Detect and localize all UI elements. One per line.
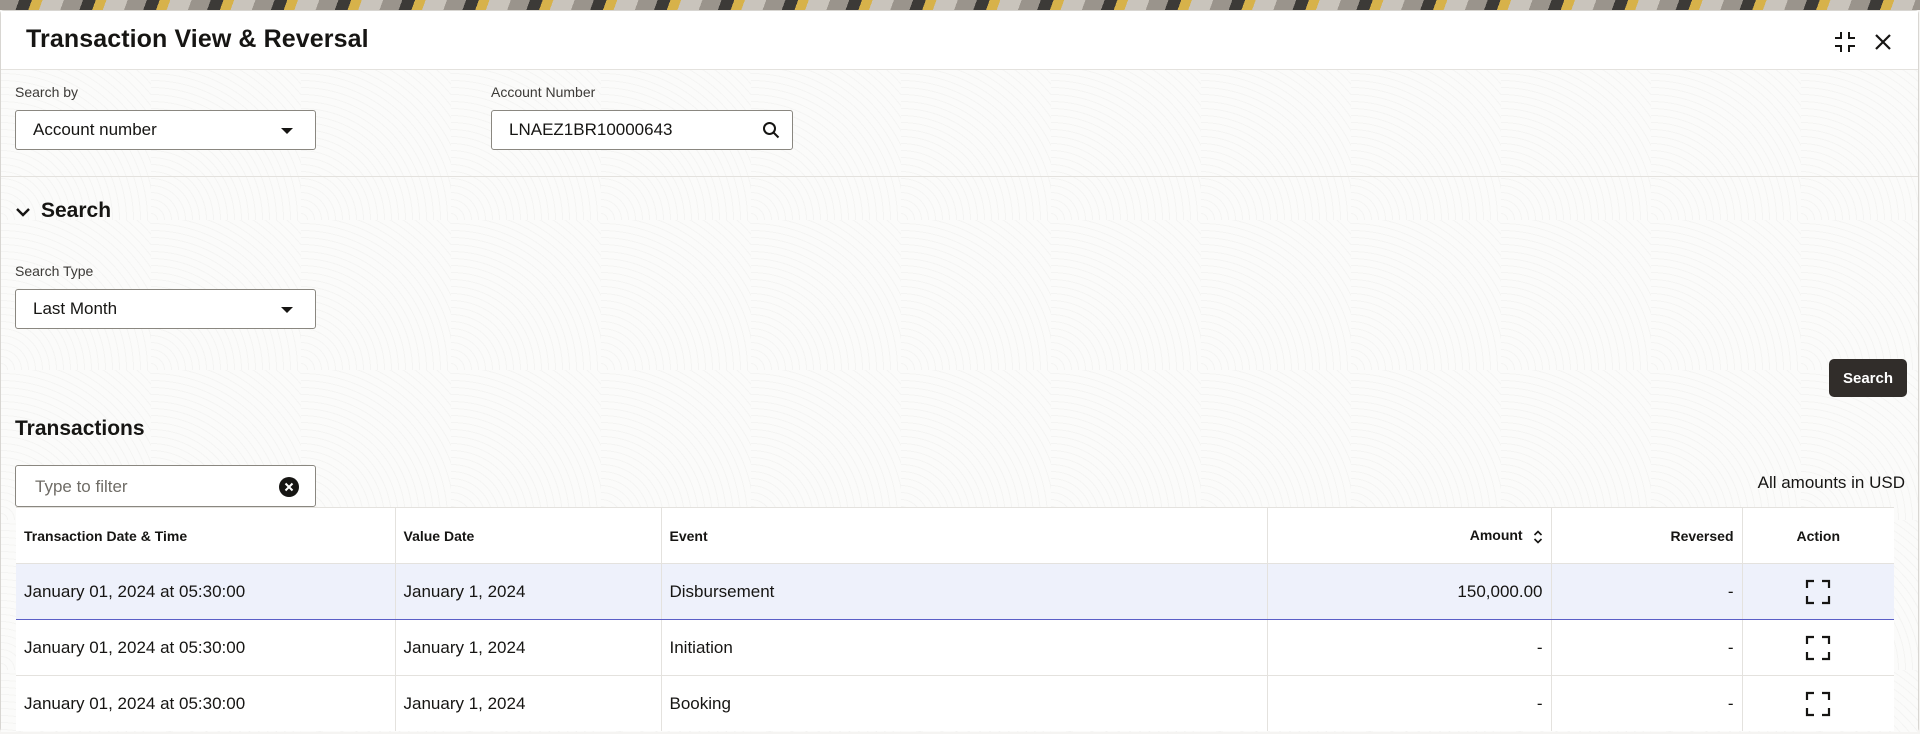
- account-number-field[interactable]: LNAEZ1BR10000643: [491, 110, 793, 150]
- dialog-header: Transaction View & Reversal: [1, 11, 1918, 70]
- cell-reversed: -: [1551, 563, 1743, 620]
- close-icon[interactable]: [1869, 28, 1897, 56]
- background-banner: [0, 0, 1920, 10]
- section-divider: [1, 176, 1918, 177]
- cell-amount: -: [1267, 675, 1552, 731]
- transaction-view-dialog: Transaction View & Reversal Search by Ac…: [0, 10, 1919, 732]
- search-type-value: Last Month: [33, 299, 118, 318]
- amounts-currency-note: All amounts in USD: [1757, 473, 1905, 492]
- cell-reversed: -: [1551, 619, 1743, 676]
- column-header-event: Event: [661, 507, 1268, 564]
- search-button[interactable]: Search: [1829, 359, 1907, 397]
- table-row[interactable]: January 01, 2024 at 05:30:00 January 1, …: [16, 563, 1894, 620]
- cell-datetime: January 01, 2024 at 05:30:00: [16, 675, 396, 731]
- search-type-label: Search Type: [15, 263, 94, 279]
- cell-event: Initiation: [661, 619, 1268, 676]
- cell-value-date: January 1, 2024: [395, 619, 662, 676]
- column-header-value-date: Value Date: [395, 507, 662, 564]
- cell-event: Booking: [661, 675, 1268, 731]
- transactions-table: Transaction Date & Time Value Date Event…: [16, 507, 1894, 731]
- caret-down-icon: [281, 128, 293, 134]
- account-number-label: Account Number: [491, 84, 596, 100]
- chevron-down-icon[interactable]: [15, 204, 31, 220]
- column-header-amount[interactable]: Amount: [1267, 507, 1552, 564]
- cell-datetime: January 01, 2024 at 05:30:00: [16, 619, 396, 676]
- cell-event: Disbursement: [661, 563, 1268, 620]
- search-by-select[interactable]: Account number: [15, 110, 316, 150]
- sort-icon[interactable]: [1533, 530, 1543, 544]
- table-header-row: Transaction Date & Time Value Date Event…: [16, 507, 1894, 564]
- column-header-reversed: Reversed: [1551, 507, 1743, 564]
- cell-reversed: -: [1551, 675, 1743, 731]
- dialog-title: Transaction View & Reversal: [26, 25, 369, 53]
- cell-amount: -: [1267, 619, 1552, 676]
- table-row[interactable]: January 01, 2024 at 05:30:00 January 1, …: [16, 675, 1894, 731]
- search-section-title[interactable]: Search: [41, 199, 111, 223]
- cell-amount: 150,000.00: [1267, 563, 1552, 620]
- column-header-action: Action: [1742, 507, 1894, 564]
- clear-icon[interactable]: [279, 477, 299, 497]
- table-row[interactable]: January 01, 2024 at 05:30:00 January 1, …: [16, 619, 1894, 676]
- account-number-value: LNAEZ1BR10000643: [509, 120, 673, 139]
- cell-action: [1742, 563, 1894, 620]
- column-header-datetime: Transaction Date & Time: [16, 507, 396, 564]
- expand-icon[interactable]: [1805, 691, 1831, 717]
- expand-icon[interactable]: [1805, 579, 1831, 605]
- cell-datetime: January 01, 2024 at 05:30:00: [16, 563, 396, 620]
- cell-value-date: January 1, 2024: [395, 563, 662, 620]
- collapse-icon[interactable]: [1831, 28, 1859, 56]
- cell-action: [1742, 619, 1894, 676]
- caret-down-icon: [281, 307, 293, 313]
- amount-header-label: Amount: [1469, 527, 1523, 544]
- expand-icon[interactable]: [1805, 635, 1831, 661]
- search-type-select[interactable]: Last Month: [15, 289, 316, 329]
- filter-field[interactable]: [15, 465, 316, 507]
- search-by-label: Search by: [15, 84, 79, 100]
- cell-action: [1742, 675, 1894, 731]
- search-icon[interactable]: [762, 121, 780, 139]
- cell-value-date: January 1, 2024: [395, 675, 662, 731]
- transactions-title: Transactions: [15, 417, 145, 440]
- filter-input[interactable]: [33, 476, 277, 498]
- dialog-body: Search by Account number Account Number …: [1, 70, 1918, 732]
- search-by-value: Account number: [33, 120, 157, 139]
